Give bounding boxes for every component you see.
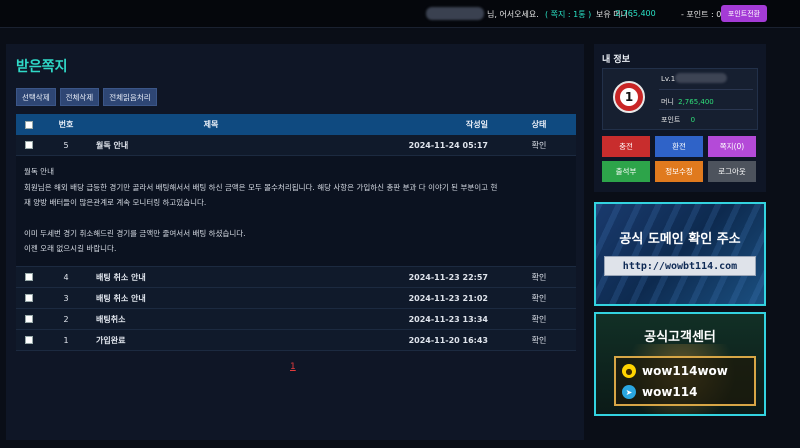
attendance-button[interactable]: 출석부 [602,161,650,182]
my-info-buttons: 충전 환전 쪽지(0) 출석부 정보수정 로그아웃 [602,136,756,182]
banner-background [596,204,764,304]
level-badge-icon: 1 [613,81,645,113]
edit-profile-button[interactable]: 정보수정 [655,161,703,182]
message-table: 번호 제목 작성일 상태 5 월독 안내 2024-11-24 05:17 확인… [16,114,576,351]
message-panel: 받은쪽지 선택삭제 전체삭제 전체읽음처리 번호 제목 작성일 상태 5 월독 … [6,44,584,440]
kakao-talk-icon: ● [622,364,636,378]
select-all-checkbox[interactable] [25,120,33,129]
my-info-card: 1 Lv.1 머니 2,765,400 포인트 0 [602,68,758,130]
table-row[interactable]: 4 배팅 취소 안내 2024-11-23 22:57 확인 [16,267,576,288]
message-line: 월독 안내 [24,167,54,176]
mark-all-read-button[interactable]: 전체읽음처리 [103,88,157,106]
row-num: 5 [63,140,69,150]
telegram-id: wow114 [642,385,698,399]
messages-button[interactable]: 쪽지(0) [708,136,756,157]
row-checkbox[interactable] [25,294,33,302]
row-status: 확인 [531,272,547,282]
header-num: 번호 [58,120,74,129]
info-point-label: 포인트 [661,116,681,124]
divider [659,109,753,110]
row-date: 2024-11-23 21:02 [408,293,488,303]
logout-button[interactable]: 로그아웃 [708,161,756,182]
row-title[interactable]: 배팅 취소 안내 [90,293,332,304]
contact-box: ● wow114wow ➤ wow114 [614,356,756,406]
row-checkbox[interactable] [25,315,33,323]
header-date: 작성일 [465,120,488,129]
top-bar: 님, 어서오세요. ( 쪽지 : 1통 ) 보유 머니 : 2,765,400 … [0,0,800,28]
point-convert-button[interactable]: 포인트전환 [721,5,767,22]
table-row[interactable]: 3 배팅 취소 안내 2024-11-23 21:02 확인 [16,288,576,309]
my-info-panel: 내 정보 1 Lv.1 머니 2,765,400 포인트 0 충전 환전 쪽지(… [594,44,766,192]
money-value: 2,765,400 [615,9,656,18]
row-title[interactable]: 배팅 취소 안내 [90,272,332,283]
telegram-icon: ➤ [622,385,636,399]
message-line [24,211,568,226]
row-checkbox[interactable] [25,336,33,344]
table-row[interactable]: 1 가입완료 2024-11-20 16:43 확인 [16,330,576,351]
support-banner-title: 공식고객센터 [644,330,716,345]
row-checkbox[interactable] [25,141,33,149]
telegram-contact: ➤ wow114 [622,385,697,399]
kakao-id: wow114wow [642,364,728,378]
info-money: 머니 2,765,400 [661,97,714,107]
row-status: 확인 [531,140,547,150]
withdraw-button[interactable]: 환전 [655,136,703,157]
row-num: 2 [63,314,69,324]
table-row[interactable]: 5 월독 안내 2024-11-24 05:17 확인 [16,135,576,156]
row-checkbox[interactable] [25,273,33,281]
info-point-value: 0 [690,116,696,124]
message-line: 이미 두세번 경기 취소해드린 경기를 금액만 줄여서서 배팅 하셨습니다. [24,228,246,238]
level-label: Lv.1 [661,75,676,83]
domain-url: http://wowbt114.com [604,256,756,276]
point-label: - 포인트 : 0 [681,10,722,19]
domain-banner-title: 공식 도메인 확인 주소 [619,232,741,247]
delete-all-button[interactable]: 전체삭제 [59,88,100,106]
row-status: 확인 [531,293,547,303]
row-date: 2024-11-20 16:43 [408,335,488,345]
blurred-username [426,7,484,20]
kakao-contact: ● wow114wow [622,364,728,378]
row-title[interactable]: 가입완료 [90,335,332,346]
info-money-value: 2,765,400 [678,98,714,106]
domain-banner[interactable]: 공식 도메인 확인 주소 http://wowbt114.com [594,202,766,306]
pagination-page-1[interactable]: 1 [290,362,296,372]
row-date: 2024-11-24 05:17 [408,140,488,150]
info-point: 포인트 0 [661,115,695,125]
deposit-button[interactable]: 충전 [602,136,650,157]
delete-selected-button[interactable]: 선택삭제 [16,88,56,106]
header-title: 제목 [203,120,219,129]
row-num: 4 [63,272,69,282]
page-title: 받은쪽지 [16,59,68,75]
message-line: 재 양방 배터들이 많은관계로 계속 모니터링 하고있습니다. [24,198,207,207]
support-banner[interactable]: 공식고객센터 ● wow114wow ➤ wow114 [594,312,766,416]
divider [659,89,753,90]
row-title[interactable]: 월독 안내 [90,140,332,151]
row-date: 2024-11-23 22:57 [408,272,488,282]
message-line: 회원님은 해외 배당 급등한 경기만 골라서 배팅해서서 배팅 하신 금액은 모… [24,182,498,192]
row-status: 확인 [531,335,547,345]
table-header: 번호 제목 작성일 상태 [16,114,576,135]
row-date: 2024-11-23 13:34 [408,314,488,324]
action-buttons: 선택삭제 전체삭제 전체읽음처리 [16,88,157,106]
info-money-label: 머니 [661,98,674,106]
message-line: 이젠 오래 없으시길 바랍니다. [24,244,117,253]
level-badge-number: 1 [620,88,638,106]
greeting-text: 님, 어서오세요. [487,10,539,19]
header-status: 상태 [531,120,547,129]
row-status: 확인 [531,314,547,324]
blurred-nickname [675,73,727,83]
row-num: 3 [63,293,69,303]
my-info-title: 내 정보 [602,55,630,65]
row-num: 1 [63,335,69,345]
message-body: 월독 안내 회원님은 해외 배당 급등한 경기만 골라서 배팅해서서 배팅 하신… [16,156,576,267]
memo-count-link[interactable]: ( 쪽지 : 1통 ) [545,9,591,20]
table-row[interactable]: 2 배팅취소 2024-11-23 13:34 확인 [16,309,576,330]
row-title[interactable]: 배팅취소 [90,314,332,325]
